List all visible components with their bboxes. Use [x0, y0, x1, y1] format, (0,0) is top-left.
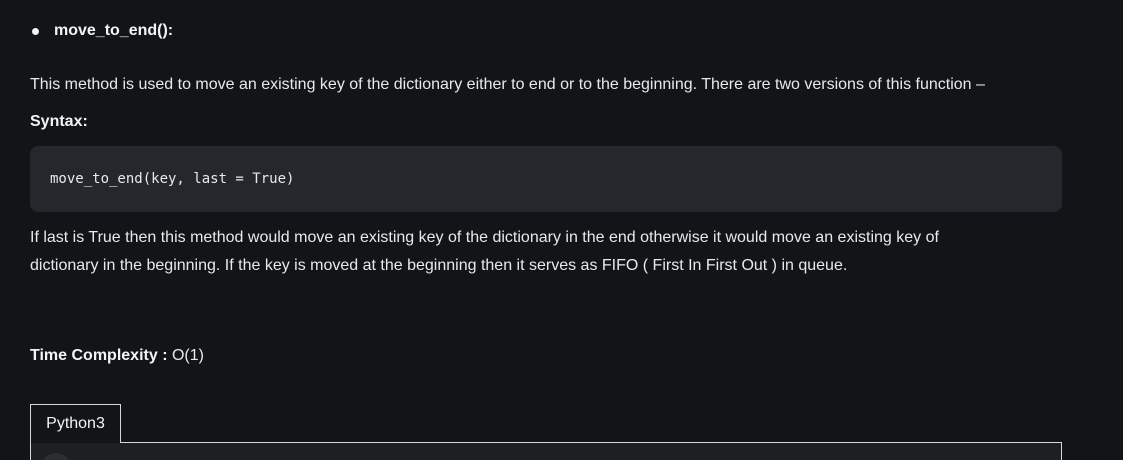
time-complexity-label: Time Complexity :	[30, 347, 168, 364]
method-explanation: If last is True then this method would m…	[30, 224, 939, 280]
bullet-icon	[32, 27, 39, 35]
code-panel	[30, 443, 1062, 460]
syntax-code-block: move_to_end(key, last = True)	[30, 146, 1062, 212]
panel-button-icon[interactable]	[41, 453, 71, 460]
explanation-line-2: dictionary in the beginning. If the key …	[30, 257, 848, 274]
explanation-line-1: If last is True then this method would m…	[30, 229, 939, 246]
time-complexity: Time Complexity : O(1)	[30, 347, 204, 365]
method-bullet-item: move_to_end():	[32, 22, 173, 40]
method-name: move_to_end():	[54, 22, 174, 39]
code-tab-bar: Python3	[30, 404, 1062, 460]
syntax-heading: Syntax:	[30, 113, 88, 130]
time-complexity-value: O(1)	[167, 347, 204, 364]
tab-python3[interactable]: Python3	[30, 404, 121, 443]
syntax-code: move_to_end(key, last = True)	[50, 171, 295, 187]
method-description: This method is used to move an existing …	[30, 76, 985, 93]
